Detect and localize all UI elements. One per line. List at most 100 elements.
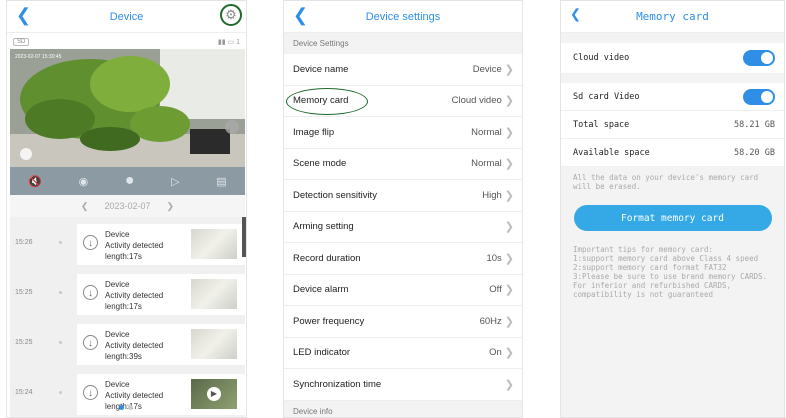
mute-icon[interactable]: 🔇 [28,175,42,188]
event-device: Device [105,230,130,239]
event-card[interactable]: ↓ Device Activity detected length:17s [77,274,245,315]
settings-row-device-alarm[interactable]: Device alarm Off ❯ [284,275,522,306]
event-thumbnail[interactable] [191,229,237,259]
event-text: Device Activity detected length:17s [105,379,163,412]
row-value: Normal [471,126,502,138]
event-length: length:39s [105,352,142,361]
total-space-value: 58.21 GB [734,119,775,130]
row-value: High [482,189,502,201]
download-icon[interactable]: ↓ [83,285,98,300]
chevron-right-icon: ❯ [504,347,514,360]
settings-row-memory-card[interactable]: Memory card Cloud video ❯ [284,86,522,117]
download-icon[interactable]: ↓ [83,235,98,250]
cloud-video-toggle[interactable] [743,50,775,66]
settings-row-led-indicator[interactable]: LED indicator On ❯ [284,338,522,369]
row-label: Device name [293,63,349,75]
settings-row-arming-setting[interactable]: Arming setting ❯ [284,212,522,243]
row-value: 60Hz [479,315,502,327]
spacer [561,33,784,43]
event-card[interactable]: ↓ Device Activity detected length:17s [77,224,245,265]
available-space-row: Available space 58.20 GB [561,139,784,167]
settings-row-power-frequency[interactable]: Power frequency 60Hz ❯ [284,306,522,338]
settings-row-synchronization-time[interactable]: Synchronization time ❯ [284,369,522,401]
section-header: Device Settings [284,33,522,54]
row-label: Arming setting [293,221,354,233]
row-value: Cloud video [451,95,502,107]
back-icon[interactable]: ❮ [16,6,31,24]
timeline-dot [59,241,62,244]
chevron-right-icon: ❯ [504,126,514,139]
camera-icon[interactable]: ◉ [79,175,89,188]
settings-row-scene-mode[interactable]: Scene mode Normal ❯ [284,149,522,180]
record-icon[interactable]: ▷ [171,175,179,188]
memory-tips: Important tips for memory card: 1:suppor… [573,245,768,299]
settings-row-record-duration[interactable]: Record duration 10s ❯ [284,243,522,275]
event-thumbnail[interactable] [191,329,237,359]
back-icon[interactable]: ❮ [293,6,308,24]
event-device: Device [105,380,130,389]
page-dot[interactable] [119,405,124,410]
sd-badge: SD [13,38,30,46]
event-item[interactable]: 15:25 ↓ Device Activity detected length:… [10,271,245,315]
chevron-right-icon: ❯ [504,189,514,202]
settings-row-detection-sensitivity[interactable]: Detection sensitivity High ❯ [284,180,522,212]
scrollbar[interactable] [242,217,246,257]
row-label: Record duration [293,252,361,264]
live-video[interactable]: 2023-02-07 15:30:45 [10,49,245,167]
event-card[interactable]: ↓ Device Activity detected length:39s [77,324,245,365]
date-selector: ❮ 2023-02-07 ❯ [10,195,245,217]
event-thumbnail[interactable]: ▶ [191,379,237,409]
event-time: 15:25 [15,289,33,296]
memory-card-panel: ❮ Memory card Cloud video Sd card Video … [560,0,785,418]
timeline-dot [59,391,62,394]
event-length: length:17s [105,252,142,261]
timeline-dot [59,341,62,344]
download-icon[interactable]: ↓ [83,335,98,350]
quality-icon[interactable]: ▤ [216,175,226,188]
format-memory-card-button[interactable]: Format memory card [573,205,772,231]
event-item[interactable]: 15:26 ↓ Device Activity detected length:… [10,221,245,265]
download-icon[interactable]: ↓ [83,385,98,400]
row-label: Image flip [293,126,335,138]
event-item[interactable]: 15:25 ↓ Device Activity detected length:… [10,321,245,365]
row-label: Power frequency [293,315,365,327]
event-text: Device Activity detected length:17s [105,279,163,312]
back-icon[interactable]: ❮ [570,6,581,24]
sd-video-row: Sd card Video [561,83,784,111]
prev-date-icon[interactable]: ❮ [81,201,89,212]
page-dot[interactable] [128,405,133,410]
chevron-right-icon: ❯ [504,63,514,76]
event-list: 15:26 ↓ Device Activity detected length:… [10,217,245,417]
row-label: Synchronization time [293,378,382,390]
settings-panel: ❮ Device settings Device Settings Device… [283,0,523,418]
row-label: Scene mode [293,158,347,170]
settings-header: ❮ Device settings [284,1,522,33]
event-time: 15:25 [15,339,33,346]
row-value: Normal [471,158,502,170]
chevron-right-icon: ❯ [504,221,514,234]
settings-row-device-name[interactable]: Device name Device ❯ [284,54,522,86]
page-indicator [119,405,133,410]
signal-indicator: ▮▮ ▭ 1 [218,38,240,46]
event-thumbnail[interactable] [191,279,237,309]
video-controls: 🔇 ◉ ● ▷ ▤ [10,167,245,195]
next-date-icon[interactable]: ❯ [167,201,175,212]
total-space-row: Total space 58.21 GB [561,111,784,139]
timeline-dot [59,291,62,294]
chevron-right-icon: ❯ [504,315,514,328]
event-card[interactable]: ↓ Device Activity detected length:17s ▶ [77,374,245,415]
row-value: Off [489,284,502,296]
microphone-icon[interactable]: ● [125,172,135,190]
gear-icon[interactable]: ⚙ [220,4,242,26]
sd-video-toggle[interactable] [743,88,775,105]
highlight-ring [286,87,368,115]
play-icon[interactable]: ▶ [207,387,221,401]
settings-row-image-flip[interactable]: Image flip Normal ❯ [284,117,522,149]
current-date: 2023-02-07 [104,201,151,211]
row-label: Available space [573,147,650,158]
video-scene [10,49,245,167]
battery-icon: ▭ [227,39,235,46]
chevron-right-icon: ❯ [504,95,514,108]
row-label: Cloud video [573,53,630,63]
row-value: Device [472,63,502,75]
